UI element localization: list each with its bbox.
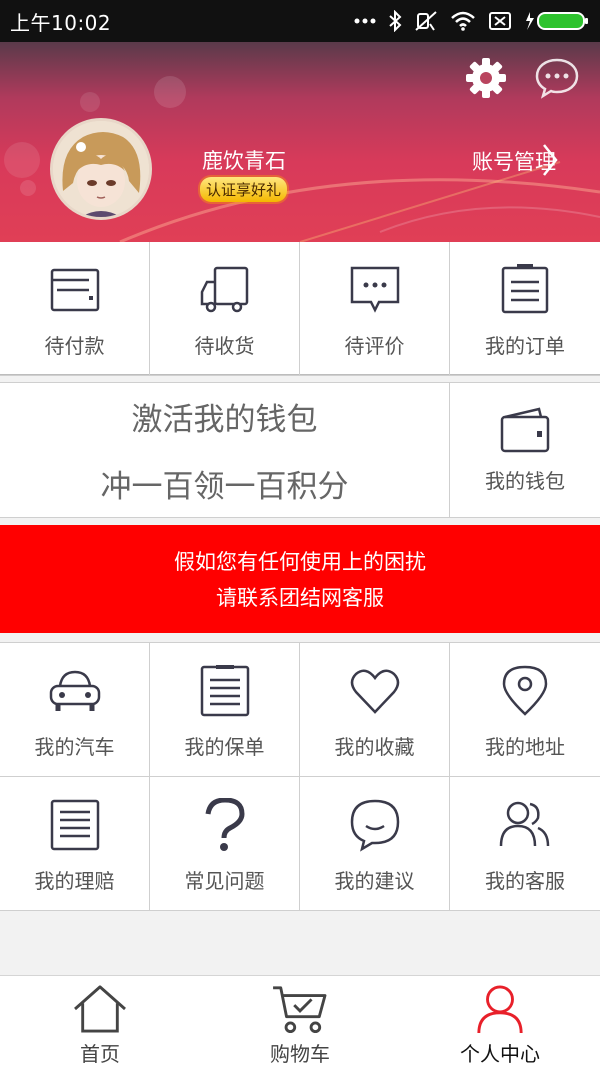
wallet-promo-subtitle: 冲一百领一百积分 bbox=[100, 469, 349, 505]
document-icon bbox=[200, 665, 249, 717]
list-doc-icon bbox=[50, 799, 99, 851]
truck-icon bbox=[200, 266, 248, 313]
service-label: 我的建议 bbox=[334, 869, 415, 893]
card-icon bbox=[50, 268, 99, 312]
support-banner[interactable]: 假如您有任何使用上的困扰 请联系团结网客服 bbox=[0, 525, 600, 633]
service-label: 我的客服 bbox=[485, 869, 565, 893]
my-wallet[interactable]: 我的钱包 bbox=[450, 383, 600, 517]
order-label: 待收货 bbox=[194, 334, 255, 358]
tab-label: 首页 bbox=[80, 1042, 120, 1066]
service-label: 我的收藏 bbox=[334, 735, 415, 759]
orders-grid: 待付款 待收货 待评价 我的订单 bbox=[0, 242, 600, 376]
cart-icon bbox=[273, 986, 327, 1034]
home-icon bbox=[74, 985, 126, 1033]
order-pending-review[interactable]: 待评价 bbox=[300, 242, 450, 376]
person-icon bbox=[477, 985, 523, 1034]
wallet-row: 激活我的钱包 冲一百领一百积分 我的钱包 bbox=[0, 382, 600, 518]
app-screen: 上午10:02 鹿饮青石 认证享好礼 账号管理 待付款 待收货 待评价 我的订单… bbox=[0, 0, 600, 1067]
avatar[interactable] bbox=[50, 118, 152, 220]
service-my-favorites[interactable]: 我的收藏 bbox=[300, 643, 450, 777]
tab-cart[interactable]: 购物车 bbox=[200, 976, 400, 1067]
services-grid: 我的汽车 我的保单 我的收藏 我的地址 我的理赔 常见问题 我的建议 我的客服 bbox=[0, 642, 600, 911]
service-my-policy[interactable]: 我的保单 bbox=[150, 643, 300, 777]
header-icons bbox=[464, 56, 580, 100]
order-label: 待付款 bbox=[44, 334, 105, 358]
service-label: 我的保单 bbox=[184, 735, 265, 759]
car-icon bbox=[49, 670, 100, 711]
order-pending-delivery[interactable]: 待收货 bbox=[150, 242, 300, 376]
service-label: 我的汽车 bbox=[34, 735, 115, 759]
clipboard-icon bbox=[501, 264, 549, 314]
service-label: 我的理赔 bbox=[34, 869, 115, 893]
wallet-promo-title: 激活我的钱包 bbox=[131, 402, 318, 438]
bluetooth-icon bbox=[389, 10, 402, 32]
users-icon bbox=[499, 801, 550, 847]
tab-personal-center[interactable]: 个人中心 bbox=[400, 976, 600, 1067]
dots-icon bbox=[354, 18, 376, 24]
wallet-promo[interactable]: 激活我的钱包 冲一百领一百积分 bbox=[0, 383, 450, 517]
order-label: 我的订单 bbox=[485, 334, 565, 358]
tab-label: 购物车 bbox=[270, 1042, 330, 1066]
wallet-label: 我的钱包 bbox=[485, 469, 565, 493]
service-my-customer-service[interactable]: 我的客服 bbox=[450, 777, 600, 911]
order-pending-payment[interactable]: 待付款 bbox=[0, 242, 150, 376]
gear-icon[interactable] bbox=[464, 56, 508, 100]
support-line-1: 假如您有任何使用上的困扰 bbox=[174, 550, 426, 574]
service-label: 常见问题 bbox=[184, 869, 265, 893]
service-my-suggestions[interactable]: 我的建议 bbox=[300, 777, 450, 911]
service-my-car[interactable]: 我的汽车 bbox=[0, 643, 150, 777]
location-pin-icon bbox=[502, 665, 548, 716]
status-bar: 上午10:02 bbox=[0, 0, 600, 42]
mute-icon bbox=[415, 11, 437, 31]
profile-header: 鹿饮青石 认证享好礼 账号管理 bbox=[0, 42, 600, 242]
wallet-icon bbox=[500, 407, 550, 453]
question-icon bbox=[205, 798, 245, 851]
comment-icon bbox=[350, 266, 399, 313]
service-my-address[interactable]: 我的地址 bbox=[450, 643, 600, 777]
tab-home[interactable]: 首页 bbox=[0, 976, 200, 1067]
smile-bubble-icon bbox=[350, 799, 399, 852]
service-faq[interactable]: 常见问题 bbox=[150, 777, 300, 911]
heart-icon bbox=[350, 669, 399, 714]
status-icons bbox=[354, 10, 590, 32]
chat-bubble-icon[interactable] bbox=[534, 57, 580, 99]
order-label: 待评价 bbox=[344, 334, 405, 358]
chevron-right-icon[interactable] bbox=[542, 143, 558, 177]
wifi-icon bbox=[451, 11, 475, 31]
my-orders[interactable]: 我的订单 bbox=[450, 242, 600, 376]
tab-label: 个人中心 bbox=[460, 1042, 540, 1066]
service-my-claims[interactable]: 我的理赔 bbox=[0, 777, 150, 911]
battery-icon bbox=[526, 12, 588, 30]
verify-badge[interactable]: 认证享好礼 bbox=[200, 177, 288, 202]
sim-off-icon bbox=[489, 12, 511, 30]
avatar-image bbox=[53, 121, 149, 217]
bottom-tab-bar: 首页 购物车 个人中心 bbox=[0, 975, 600, 1067]
service-label: 我的地址 bbox=[485, 735, 565, 759]
status-time: 上午10:02 bbox=[10, 10, 112, 35]
user-name: 鹿饮青石 bbox=[202, 149, 286, 173]
support-line-2: 请联系团结网客服 bbox=[216, 586, 384, 610]
